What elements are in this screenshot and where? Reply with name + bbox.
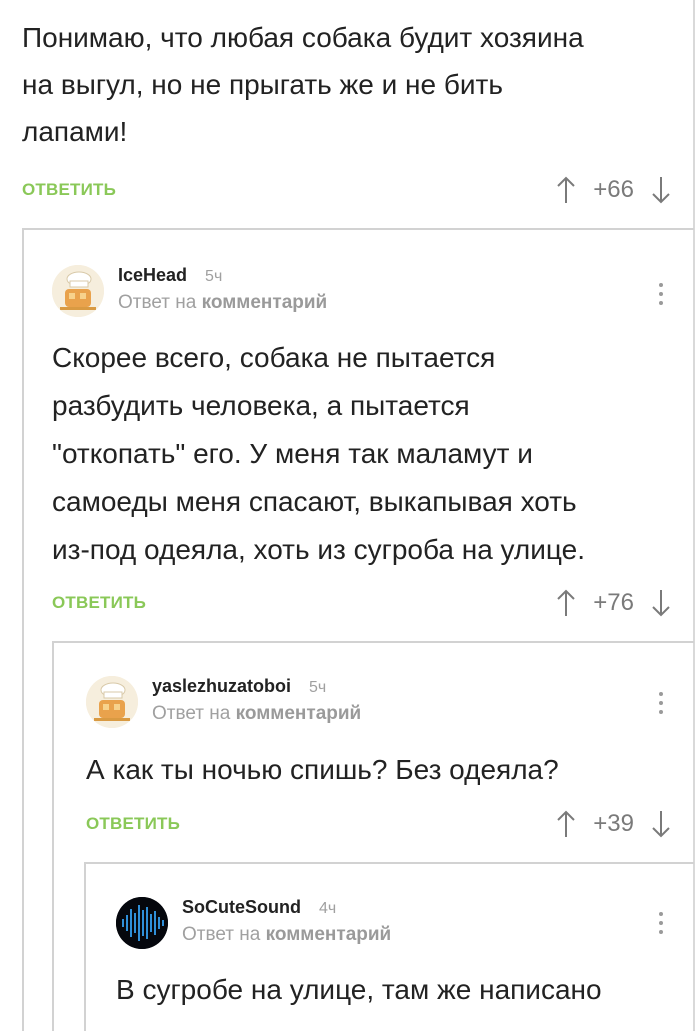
rating-value: +39 [593,810,634,837]
comment-root: Понимаю, что любая собака будит хозяина … [22,14,682,155]
arrow-down-icon[interactable] [650,809,672,839]
reply-to: Ответ на комментарий [152,703,361,725]
reply-button[interactable]: ОТВЕТИТЬ [22,180,116,200]
comment-text: Скорее всего, собака не пытается разбуди… [52,334,692,574]
vote-controls: +76 [555,588,672,618]
thread-line [84,862,86,1031]
more-vertical-icon[interactable] [659,912,665,934]
comment-body: В сугробе на улице, там же написано [116,966,691,1013]
chef-avatar-icon [86,676,138,728]
comment-time: 5ч [205,268,223,285]
comment-time: 4ч [319,900,337,917]
rating-value: +76 [593,589,634,616]
thread-connector [52,641,694,643]
comment-body: Скорее всего, собака не пытается разбуди… [52,334,692,574]
comment-footer: ОТВЕТИТЬ +76 [52,585,672,621]
reply-target-link[interactable]: комментарий [202,292,328,313]
thread-line [22,228,24,1031]
comments-panel: Понимаю, что любая собака будит хозяина … [0,0,695,1031]
comment-body: А как ты ночью спишь? Без одеяла? [86,746,686,793]
avatar[interactable] [116,897,168,949]
author-name[interactable]: IceHead [118,265,187,286]
comment-footer: ОТВЕТИТЬ +66 [22,172,672,208]
chef-avatar-icon [52,265,104,317]
comment-meta: SoCuteSound 4ч Ответ на комментарий [182,897,391,946]
more-vertical-icon[interactable] [659,283,665,305]
reply-target-link[interactable]: комментарий [266,924,392,945]
comment-text-line: на выгул, но не прыгать же и не бить [22,69,503,100]
reply-button[interactable]: ОТВЕТИТЬ [52,593,146,613]
arrow-up-icon[interactable] [555,809,577,839]
comment-time: 5ч [309,679,327,696]
comment-text-line: "откопать" его. У меня так маламут и [52,438,533,469]
avatar[interactable] [52,265,104,317]
reply-to: Ответ на комментарий [118,292,327,314]
comment-text-line: лапами! [22,116,128,147]
sound-wave-avatar-icon [116,897,168,949]
comment-text: Понимаю, что любая собака будит хозяина … [22,14,682,155]
comment-meta: IceHead 5ч Ответ на комментарий [118,265,327,314]
comment-text-line: Скорее всего, собака не пытается [52,342,496,373]
comment-footer: ОТВЕТИТЬ +39 [86,806,672,842]
comment-meta: yaslezhuzatoboi 5ч Ответ на комментарий [152,676,361,725]
avatar[interactable] [86,676,138,728]
reply-prefix: Ответ на [182,924,261,945]
arrow-down-icon[interactable] [650,175,672,205]
thread-connector [84,862,694,864]
reply-to: Ответ на комментарий [182,924,391,946]
rating-value: +66 [593,176,634,203]
vote-controls: +39 [555,809,672,839]
comment-text-line: А как ты ночью спишь? Без одеяла? [86,754,559,785]
comment-text-line: В сугробе на улице, там же написано [116,974,602,1005]
comment-text: В сугробе на улице, там же написано [116,966,691,1013]
comment-header: SoCuteSound 4ч Ответ на комментарий [116,897,391,949]
reply-target-link[interactable]: комментарий [236,703,362,724]
author-name[interactable]: SoCuteSound [182,897,301,918]
reply-button[interactable]: ОТВЕТИТЬ [86,814,180,834]
thread-connector [22,228,694,230]
comment-text-line: разбудить человека, а пытается [52,390,470,421]
comment-text-line: Понимаю, что любая собака будит хозяина [22,22,584,53]
comment-text-line: самоеды меня спасают, выкапывая хоть [52,486,577,517]
reply-prefix: Ответ на [152,703,231,724]
arrow-up-icon[interactable] [555,588,577,618]
arrow-down-icon[interactable] [650,588,672,618]
comment-text-line: из-под одеяла, хоть из сугроба на улице. [52,534,585,565]
comment-header: IceHead 5ч Ответ на комментарий [52,265,327,317]
reply-prefix: Ответ на [118,292,197,313]
comment-text: А как ты ночью спишь? Без одеяла? [86,746,686,793]
thread-line [52,641,54,1031]
comment-header: yaslezhuzatoboi 5ч Ответ на комментарий [86,676,361,728]
author-name[interactable]: yaslezhuzatoboi [152,676,291,697]
more-vertical-icon[interactable] [659,692,665,714]
vote-controls: +66 [555,175,672,205]
arrow-up-icon[interactable] [555,175,577,205]
